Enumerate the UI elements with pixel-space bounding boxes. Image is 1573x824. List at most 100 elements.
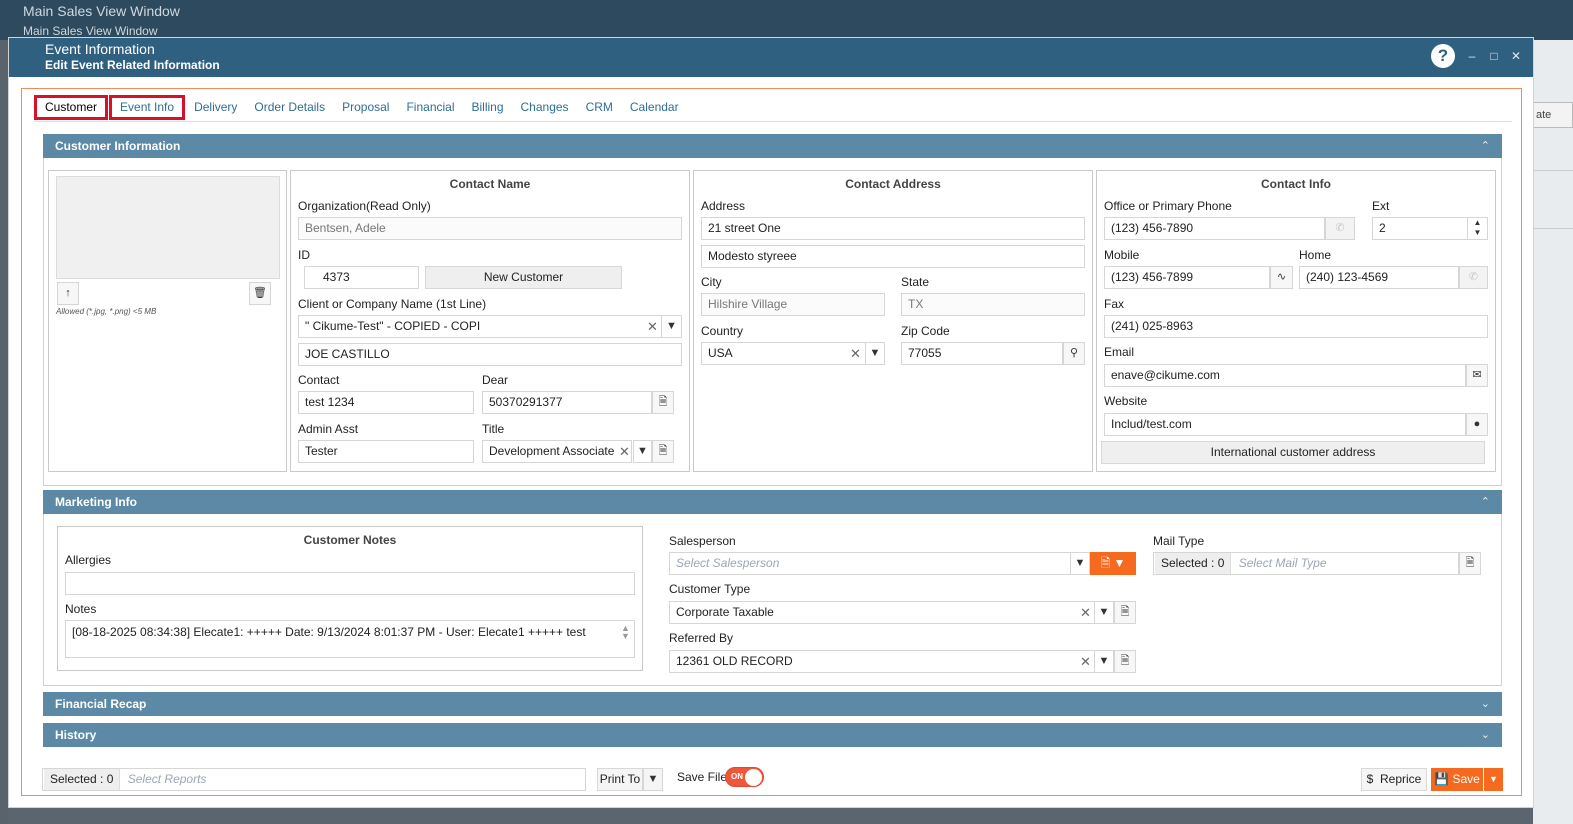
- chevron-down-icon[interactable]: ▼: [633, 440, 652, 463]
- help-icon[interactable]: ?: [1431, 44, 1455, 68]
- trash-icon[interactable]: 🗑: [249, 282, 271, 305]
- background-divider: [1533, 228, 1573, 229]
- salesperson-select[interactable]: Select Salesperson: [669, 552, 1072, 575]
- chevron-down-icon[interactable]: ▼: [643, 768, 663, 791]
- envelope-icon[interactable]: ✉: [1466, 364, 1488, 387]
- country-select[interactable]: USA: [701, 342, 867, 365]
- tab-event-info[interactable]: Event Info: [109, 95, 186, 120]
- clear-icon[interactable]: ✕: [850, 346, 861, 362]
- chevron-up-icon[interactable]: ⌃: [1481, 134, 1490, 158]
- scroll-arrows-icon[interactable]: ▲ ▼: [621, 624, 630, 641]
- email-field[interactable]: enave@cikume.com: [1104, 364, 1466, 387]
- tab-financial[interactable]: Financial: [398, 95, 462, 120]
- fax-field[interactable]: (241) 025-8963: [1104, 315, 1488, 338]
- salesperson-action-button[interactable]: 🗎 ▼: [1090, 552, 1136, 575]
- referred-by-select[interactable]: 12361 OLD RECORD: [669, 650, 1098, 673]
- title-label: Title: [482, 422, 505, 436]
- print-to-button[interactable]: Print To: [597, 768, 643, 791]
- mobile-field[interactable]: (123) 456-7899: [1104, 266, 1270, 289]
- admin-asst-field[interactable]: Tester: [298, 440, 474, 463]
- title-select[interactable]: Development Associate: [482, 440, 632, 463]
- zip-code-label: Zip Code: [901, 324, 950, 338]
- client-second-line-field[interactable]: JOE CASTILLO: [298, 343, 682, 366]
- reprice-label: Reprice: [1380, 772, 1422, 786]
- tab-billing[interactable]: Billing: [464, 95, 512, 120]
- reports-count: Selected : 0: [44, 769, 121, 790]
- save-file-toggle[interactable]: ON: [725, 767, 764, 787]
- chevron-down-icon[interactable]: ⌄: [1481, 692, 1490, 716]
- international-address-button[interactable]: International customer address: [1101, 441, 1485, 464]
- marketing-info-title: Marketing Info: [55, 495, 138, 509]
- save-button[interactable]: 💾 Save: [1431, 768, 1483, 791]
- new-customer-button[interactable]: New Customer: [425, 266, 622, 289]
- globe-icon[interactable]: ●: [1466, 413, 1488, 436]
- salesperson-placeholder: Select Salesperson: [676, 556, 780, 570]
- chevron-down-icon[interactable]: ▼: [661, 315, 682, 338]
- zip-code-field[interactable]: 77055: [901, 342, 1063, 365]
- ext-field[interactable]: 2: [1372, 217, 1470, 240]
- tab-changes[interactable]: Changes: [513, 95, 577, 120]
- toggle-on-text: ON: [731, 772, 743, 781]
- salesperson-label: Salesperson: [669, 534, 736, 548]
- document-icon[interactable]: 🗎: [652, 440, 674, 463]
- mail-type-select[interactable]: Selected : 0 Select Mail Type: [1153, 552, 1459, 575]
- chevron-down-icon[interactable]: ▼: [1094, 650, 1114, 673]
- clear-icon[interactable]: ✕: [619, 444, 630, 460]
- sms-feed-icon[interactable]: ∿: [1270, 266, 1293, 289]
- address-line2-field[interactable]: Modesto styreee: [701, 245, 1085, 268]
- tab-delivery[interactable]: Delivery: [186, 95, 245, 120]
- reports-select[interactable]: Selected : 0 Select Reports: [42, 768, 586, 791]
- clear-icon[interactable]: ✕: [1080, 654, 1091, 670]
- search-icon[interactable]: ⚲: [1063, 342, 1085, 365]
- chevron-down-icon[interactable]: ▼: [1094, 601, 1114, 624]
- chevron-up-icon[interactable]: ⌃: [1481, 490, 1490, 514]
- window-header: Event Information Edit Event Related Inf…: [9, 38, 1533, 77]
- chevron-down-icon[interactable]: ▼: [1070, 552, 1090, 575]
- contact-name-title: Contact Name: [449, 177, 531, 191]
- mail-type-label: Mail Type: [1153, 534, 1205, 548]
- history-header[interactable]: History ⌄: [43, 723, 1502, 747]
- dear-field[interactable]: 50370291377: [482, 391, 652, 414]
- close-icon[interactable]: ✕: [1511, 49, 1521, 63]
- tab-order-details[interactable]: Order Details: [246, 95, 333, 120]
- client-name-select[interactable]: " Cikume-Test" - COPIED - COPI: [298, 315, 662, 338]
- chevron-down-icon[interactable]: ▼: [865, 342, 885, 365]
- address-line1-field[interactable]: 21 street One: [701, 217, 1085, 240]
- tab-crm[interactable]: CRM: [578, 95, 621, 120]
- reprice-button[interactable]: $ Reprice: [1361, 768, 1427, 791]
- id-field[interactable]: 4373: [304, 266, 419, 289]
- marketing-info-header[interactable]: Marketing Info ⌃: [43, 490, 1502, 514]
- customer-information-header[interactable]: Customer Information ⌃: [43, 134, 1502, 158]
- upload-allowed-note: Allowed (*.jpg, *.png) <5 MB: [56, 307, 157, 316]
- office-phone-label: Office or Primary Phone: [1104, 199, 1232, 213]
- clear-icon[interactable]: ✕: [647, 319, 658, 335]
- home-phone-field[interactable]: (240) 123-4569: [1299, 266, 1459, 289]
- id-label: ID: [298, 248, 310, 262]
- contact-field[interactable]: test 1234: [298, 391, 474, 414]
- upload-icon[interactable]: ↑: [57, 282, 79, 305]
- notes-textarea[interactable]: [08-18-2025 08:34:38] Elecate1: +++++ Da…: [65, 620, 635, 658]
- document-icon[interactable]: 🗎: [1114, 650, 1136, 673]
- document-icon[interactable]: 🗎: [652, 391, 674, 414]
- document-icon[interactable]: 🗎: [1114, 601, 1136, 624]
- event-information-window: Event Information Edit Event Related Inf…: [8, 37, 1534, 808]
- website-field[interactable]: Includ/test.com: [1104, 413, 1466, 436]
- history-title: History: [55, 728, 97, 742]
- tab-proposal[interactable]: Proposal: [334, 95, 397, 120]
- tab-calendar[interactable]: Calendar: [622, 95, 687, 120]
- allergies-label: Allergies: [65, 553, 112, 567]
- allergies-field[interactable]: [65, 572, 635, 595]
- office-phone-field[interactable]: (123) 456-7890: [1104, 217, 1325, 240]
- minimize-icon[interactable]: –: [1467, 49, 1477, 63]
- chevron-down-icon[interactable]: ⌄: [1481, 723, 1490, 747]
- document-icon[interactable]: 🗎: [1459, 552, 1481, 575]
- background-divider: [1533, 170, 1573, 171]
- tab-customer[interactable]: Customer: [34, 95, 109, 120]
- photo-box: ↑ 🗑 Allowed (*.jpg, *.png) <5 MB: [48, 170, 287, 472]
- clear-icon[interactable]: ✕: [1080, 605, 1091, 621]
- financial-recap-header[interactable]: Financial Recap ⌄: [43, 692, 1502, 716]
- maximize-icon[interactable]: □: [1489, 49, 1499, 63]
- stepper-icon[interactable]: ▲ ▼: [1467, 217, 1488, 240]
- save-options-dropdown[interactable]: ▼: [1484, 768, 1503, 791]
- customer-type-select[interactable]: Corporate Taxable: [669, 601, 1098, 624]
